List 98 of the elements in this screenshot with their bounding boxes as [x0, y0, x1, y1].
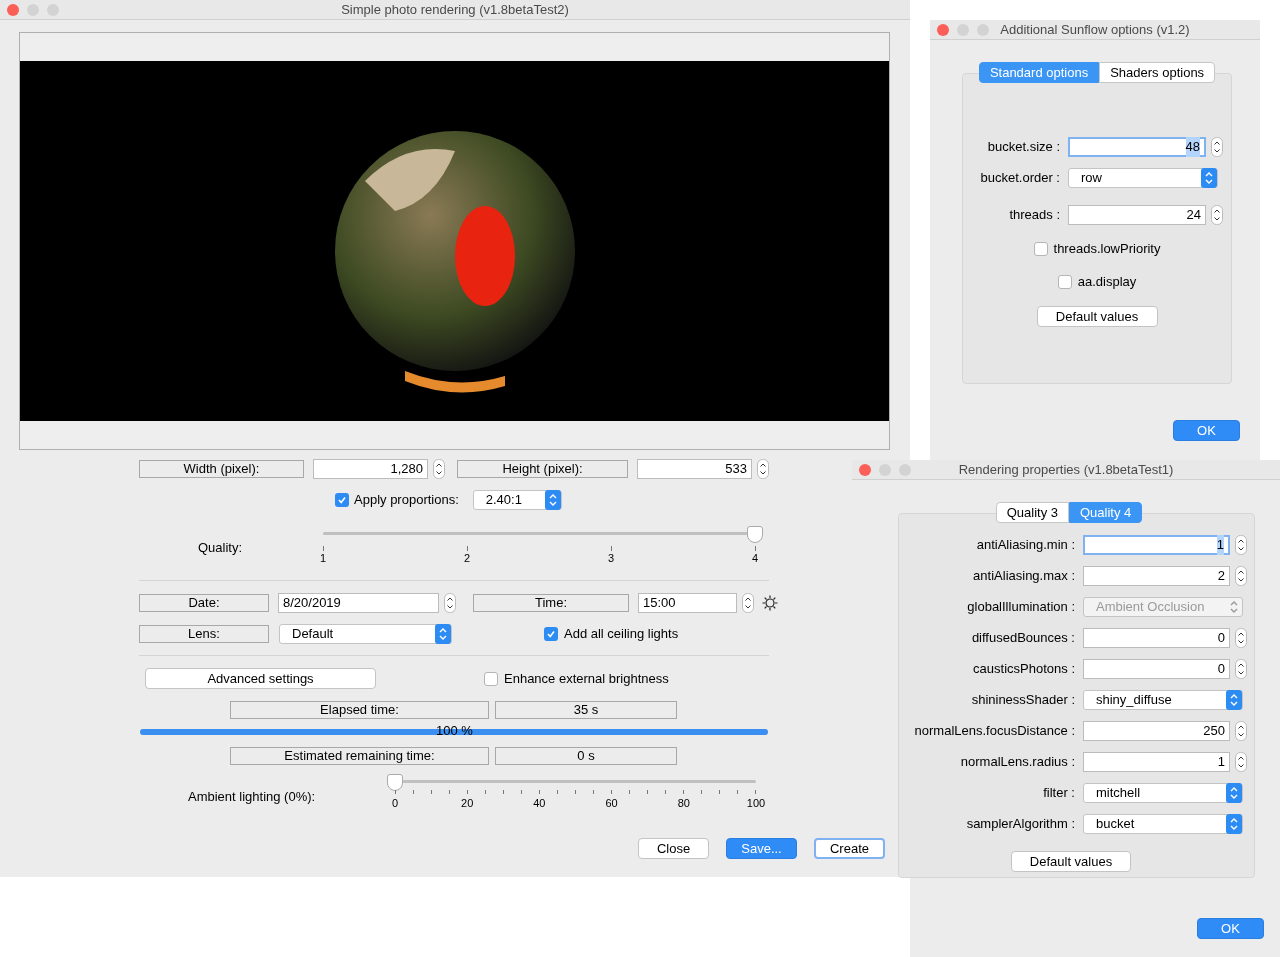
checkbox[interactable]	[1033, 242, 1048, 256]
property-label: diffusedBounces :	[970, 629, 1076, 648]
dropdown[interactable]: row	[1068, 168, 1218, 188]
tick-label: 100	[746, 796, 766, 810]
number-field[interactable]: 250	[1083, 721, 1230, 741]
dropdown[interactable]: Default	[279, 624, 452, 644]
dropdown-caret-icon	[1226, 783, 1242, 803]
property-label: bucket.size :	[986, 138, 1061, 157]
button[interactable]: Close	[638, 838, 709, 859]
spinner-arrows-icon[interactable]	[1235, 659, 1247, 679]
property-label: shininessShader :	[970, 691, 1076, 710]
dropdown[interactable]: bucket	[1083, 814, 1243, 834]
checkbox[interactable]	[1057, 275, 1072, 289]
tick-label: 4	[751, 551, 759, 565]
slider-label: Quality:	[198, 539, 244, 557]
spinner-arrows-icon[interactable]	[757, 459, 769, 479]
spinner-arrows-icon[interactable]	[1211, 137, 1223, 157]
property-label: antiAliasing.max :	[972, 567, 1076, 586]
number-field[interactable]: 1	[1083, 535, 1230, 555]
slider-label: Ambient lighting (0%):	[188, 788, 317, 806]
property-label: samplerAlgorithm :	[965, 815, 1076, 834]
slider-thumb[interactable]	[387, 774, 403, 791]
field-label: Lens:	[139, 625, 269, 643]
checkbox-label: aa.display	[1077, 273, 1137, 292]
number-field[interactable]: 1,280	[313, 459, 428, 479]
field-label: 0 s	[495, 746, 677, 765]
button[interactable]: Advanced settings	[145, 668, 376, 689]
sun-icon[interactable]	[762, 595, 778, 611]
tick-label: 0	[391, 796, 399, 810]
close-icon[interactable]	[859, 464, 871, 476]
dropdown[interactable]: mitchell	[1083, 783, 1243, 803]
dropdown-caret-icon	[435, 624, 451, 644]
tick-label: 2	[463, 551, 471, 565]
property-label: normalLens.radius :	[959, 753, 1076, 772]
field-label: Estimated remaining time:	[230, 746, 489, 765]
dropdown-caret-icon	[544, 490, 561, 510]
property-label: threads :	[1008, 206, 1061, 225]
spinner-arrows-icon[interactable]	[444, 593, 456, 613]
spinner-arrows-icon[interactable]	[433, 459, 445, 479]
number-field[interactable]: 2	[1083, 566, 1230, 586]
field-label: Height (pixel):	[457, 460, 628, 478]
property-label: normalLens.focusDistance :	[913, 722, 1076, 741]
field-label: Time:	[473, 594, 629, 612]
checkbox-label: Add all ceiling lights	[564, 625, 679, 644]
close-icon[interactable]	[937, 24, 949, 36]
tick-label: 80	[677, 796, 690, 810]
checkbox[interactable]	[484, 671, 498, 686]
dropdown-caret-icon	[1226, 690, 1242, 710]
number-field[interactable]: 8/20/2019	[278, 593, 439, 613]
checkbox-label: Apply proportions:	[354, 491, 459, 510]
slider-thumb[interactable]	[747, 526, 763, 543]
window-title: Rendering properties (v1.8betaTest1)	[958, 460, 1174, 479]
button[interactable]: Default values	[1036, 306, 1158, 327]
checkbox[interactable]	[544, 627, 558, 641]
field-label: Elapsed time:	[230, 700, 489, 719]
number-field[interactable]: 48	[1068, 137, 1206, 157]
dropdown[interactable]: shiny_diffuse	[1083, 690, 1243, 710]
spinner-arrows-icon[interactable]	[1235, 535, 1247, 555]
tick-label: 3	[607, 551, 615, 565]
dropdown-caret-icon	[1226, 814, 1242, 834]
spinner-arrows-icon[interactable]	[1235, 628, 1247, 648]
spinner-arrows-icon[interactable]	[1235, 721, 1247, 741]
number-field[interactable]: 1	[1083, 752, 1230, 772]
close-icon[interactable]	[7, 4, 19, 16]
tick-label: 40	[533, 796, 546, 810]
checkmark-icon	[546, 629, 556, 639]
checkmark-icon	[337, 495, 347, 505]
number-field[interactable]: 533	[637, 459, 752, 479]
button[interactable]: Default values	[1011, 851, 1131, 872]
tab[interactable]: Shaders options	[1099, 62, 1216, 83]
property-label: filter :	[1042, 784, 1076, 803]
dropdown[interactable]: 2.40:1	[472, 490, 562, 510]
property-label: bucket.order :	[979, 169, 1061, 188]
number-field[interactable]: 15:00	[638, 593, 737, 613]
number-field[interactable]: 0	[1083, 659, 1230, 679]
field-label: Width (pixel):	[139, 460, 304, 478]
spinner-arrows-icon[interactable]	[1211, 205, 1223, 225]
number-field[interactable]: 24	[1068, 205, 1206, 225]
field-label: Date:	[139, 594, 269, 612]
spinner-arrows-icon[interactable]	[742, 593, 754, 613]
tick-label: 1	[319, 551, 327, 565]
checkbox-label: threads.lowPriority	[1053, 240, 1161, 259]
dropdown-caret-icon	[1201, 168, 1217, 188]
spinner-arrows-icon[interactable]	[1235, 566, 1247, 586]
checkbox-label: Enhance external brightness	[504, 669, 669, 688]
button[interactable]: Create	[814, 838, 885, 859]
number-field[interactable]: 0	[1083, 628, 1230, 648]
tick-label: 20	[461, 796, 474, 810]
tick-label: 60	[605, 796, 618, 810]
window-title: Simple photo rendering (v1.8betaTest2)	[341, 0, 569, 19]
property-label: causticsPhotons :	[972, 660, 1076, 679]
spinner-arrows-icon[interactable]	[1235, 752, 1247, 772]
checkbox[interactable]	[335, 493, 349, 507]
field-label: 35 s	[495, 700, 677, 719]
window-title: Additional Sunflow options (v1.2)	[1000, 20, 1190, 39]
tab[interactable]: Quality 3	[995, 502, 1069, 523]
property-label: antiAliasing.min :	[975, 536, 1076, 555]
property-label: globalIllumination :	[966, 598, 1076, 617]
